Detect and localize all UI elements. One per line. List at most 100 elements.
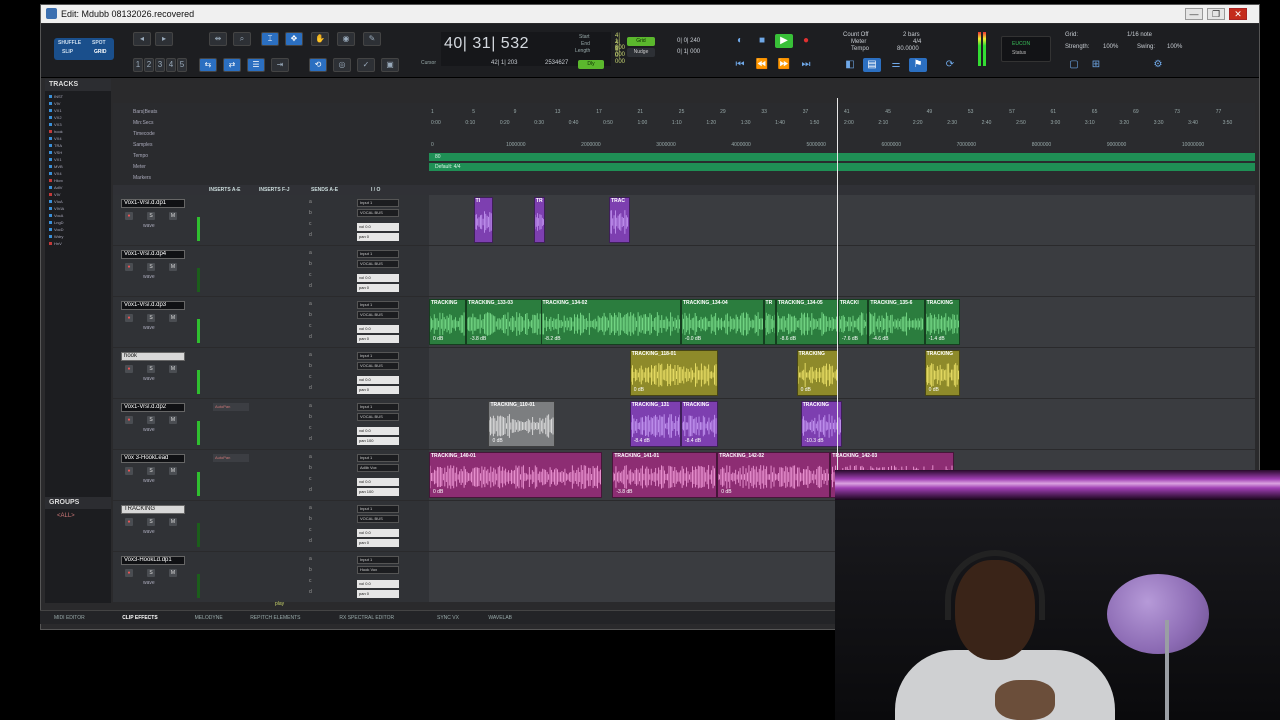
tempo-ruler[interactable]: 80: [429, 153, 1255, 161]
metronome-icon[interactable]: ◧: [841, 58, 859, 72]
volume-field[interactable]: vol 0.0: [357, 274, 399, 282]
smart-tool-icon[interactable]: ✋: [311, 32, 329, 46]
send-slot[interactable]: b: [309, 210, 312, 216]
mute-button[interactable]: M: [169, 263, 177, 271]
track-view-selector[interactable]: wave: [143, 580, 155, 586]
track-list-item[interactable]: LngD: [49, 221, 107, 225]
delay-comp-pill[interactable]: Dly: [578, 60, 604, 69]
track-name[interactable]: hook: [121, 352, 185, 361]
send-slot[interactable]: b: [309, 363, 312, 369]
track-list-item[interactable]: Hkvx: [49, 179, 107, 183]
track-playlist-lane[interactable]: TRACKING 0 dB TRACKING_133-03 -3.8 dB TRACKI…: [429, 297, 1255, 347]
audio-clip[interactable]: TRACKING_140-01 0 dB: [429, 452, 603, 498]
solo-button[interactable]: S: [147, 314, 155, 322]
io-header[interactable]: I / O: [371, 185, 380, 195]
record-arm-button[interactable]: ●: [125, 467, 133, 475]
volume-field[interactable]: vol 0.0: [357, 325, 399, 333]
grid-value[interactable]: 0| 0| 240: [677, 38, 700, 44]
output-selector[interactable]: VOCAL BUS: [357, 260, 399, 268]
volume-field[interactable]: vol 0.0: [357, 580, 399, 588]
scrubber-tool-icon[interactable]: ◉: [337, 32, 355, 46]
clip-gain[interactable]: -3.8 dB: [616, 489, 632, 495]
audio-clip[interactable]: TR: [763, 299, 776, 345]
meter-ruler[interactable]: Default: 4/4: [429, 163, 1255, 171]
track-list-item[interactable]: VIVIA: [49, 207, 107, 211]
mute-button[interactable]: M: [169, 365, 177, 373]
audio-clip[interactable]: TRACKING_142-02 0 dB: [717, 452, 831, 498]
link-track-icon[interactable]: ⇄: [223, 58, 241, 72]
send-slot[interactable]: c: [309, 323, 312, 329]
track-list-item[interactable]: VX4: [49, 137, 107, 141]
audio-clip[interactable]: TRACKI -7.6 dB: [837, 299, 869, 345]
grabber-tool-icon[interactable]: ✥: [285, 32, 303, 46]
track-list-item[interactable]: AdlV: [49, 186, 107, 190]
track-list-item[interactable]: Wdry: [49, 235, 107, 239]
tab-to-transient-icon[interactable]: ⇥: [271, 58, 289, 72]
length-value[interactable]: 0| 0| 000: [615, 47, 625, 65]
audio-clip[interactable]: TRACKING -1.4 dB: [924, 299, 961, 345]
track-show-dot[interactable]: [49, 130, 52, 133]
maximize-button[interactable]: ❐: [1207, 8, 1225, 20]
send-slot[interactable]: a: [309, 199, 312, 205]
audio-clip[interactable]: TRAC: [609, 197, 630, 243]
volume-field[interactable]: vol 0.0: [357, 223, 399, 231]
track-name[interactable]: Vox1-Vrsl.d.dp3: [121, 301, 185, 310]
record-arm-button[interactable]: ●: [125, 416, 133, 424]
solo-button[interactable]: S: [147, 263, 155, 271]
track-list-item[interactable]: VX4: [49, 172, 107, 176]
track-show-dot[interactable]: [49, 165, 52, 168]
mute-button[interactable]: M: [169, 416, 177, 424]
samples-ruler[interactable]: 0 1000000 2000000 3000000 4000000 5000000 6000…: [429, 142, 1255, 151]
track-name[interactable]: Vox3-HookLd.dp1: [121, 556, 185, 565]
volume-field[interactable]: vol 0.0: [357, 376, 399, 384]
clip-gain[interactable]: -8.4 dB: [634, 438, 650, 444]
track-list-item[interactable]: hook: [49, 130, 107, 134]
plugin-tab[interactable]: SYNC VX: [437, 611, 459, 625]
automation-follows-icon[interactable]: ✓: [357, 58, 375, 72]
track-view-selector[interactable]: wave: [143, 274, 155, 280]
pan-field[interactable]: pan 100: [357, 488, 399, 496]
audio-clip[interactable]: TRACKING_134-02 -8.2 dB: [540, 299, 681, 345]
mute-button[interactable]: M: [169, 569, 177, 577]
pencil-tool-icon[interactable]: ✎: [363, 32, 381, 46]
track-list-item[interactable]: HnV: [49, 242, 107, 246]
solo-button[interactable]: S: [147, 212, 155, 220]
track-show-dot[interactable]: [49, 214, 52, 217]
rewind-icon[interactable]: ⏪: [753, 58, 771, 72]
zoom-out-icon[interactable]: ◂: [133, 32, 151, 46]
pan-field[interactable]: pan 0: [357, 539, 399, 547]
keyboard-focus-icon[interactable]: ◎: [333, 58, 351, 72]
track-show-dot[interactable]: [49, 200, 52, 203]
clip-gain[interactable]: -8.4 dB: [685, 438, 701, 444]
record-arm-button[interactable]: ●: [125, 365, 133, 373]
spot-mode[interactable]: SPOT: [92, 40, 106, 46]
clip-gain[interactable]: -4.6 dB: [872, 336, 888, 342]
solo-button[interactable]: S: [147, 518, 155, 526]
play-icon[interactable]: ▶: [775, 34, 793, 48]
input-selector[interactable]: Input 1: [357, 250, 399, 258]
plugin-tab[interactable]: WAVELAB: [488, 611, 512, 625]
send-slot[interactable]: b: [309, 567, 312, 573]
send-slot[interactable]: b: [309, 312, 312, 318]
zoom-preset-3[interactable]: 3: [155, 58, 165, 72]
solo-button[interactable]: S: [147, 569, 155, 577]
send-slot[interactable]: c: [309, 425, 312, 431]
output-selector[interactable]: Adlib Vox: [357, 464, 399, 472]
send-slot[interactable]: d: [309, 487, 312, 493]
send-slot[interactable]: d: [309, 436, 312, 442]
track-list-item[interactable]: TRA: [49, 144, 107, 148]
solo-button[interactable]: S: [147, 365, 155, 373]
clip-gain[interactable]: 0 dB: [801, 387, 811, 393]
plugin-tab[interactable]: MIDI EDITOR: [54, 611, 85, 625]
track-show-dot[interactable]: [49, 172, 52, 175]
clip-gain[interactable]: 0 dB: [634, 387, 644, 393]
track-show-dot[interactable]: [49, 186, 52, 189]
bars-beats-ruler[interactable]: 1 5 9 13 17 21 25 29 33 37 41 45 49 53 57 61 65 69 73 77: [429, 109, 1255, 118]
eucon-status[interactable]: EUCON Status: [1001, 36, 1051, 62]
slip-mode[interactable]: SLIP: [62, 49, 73, 55]
track-name[interactable]: Vox 3-HookLead: [121, 454, 185, 463]
track-list-item[interactable]: VIoA: [49, 200, 107, 204]
track-view-selector[interactable]: wave: [143, 427, 155, 433]
edit-mode-selector[interactable]: SHUFFLE SPOT SLIP GRID: [54, 38, 114, 60]
pan-field[interactable]: pan 0: [357, 335, 399, 343]
